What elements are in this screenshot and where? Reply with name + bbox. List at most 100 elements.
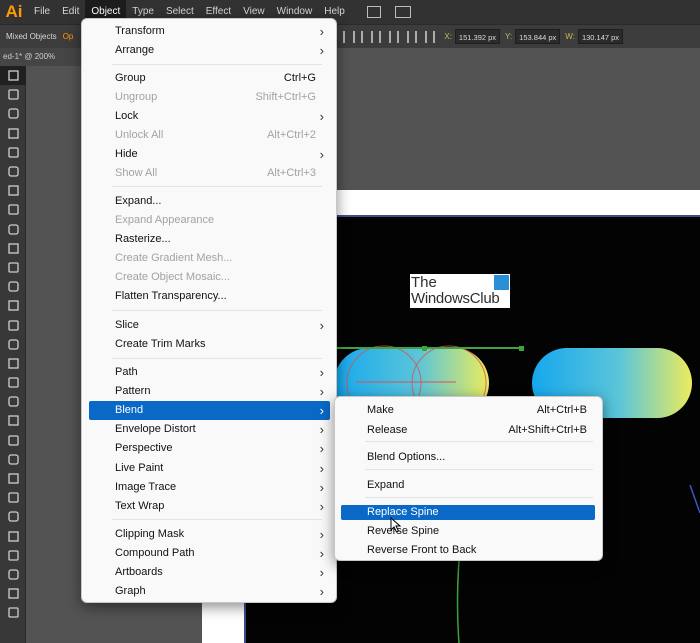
blend-item-reverse-front-to-back[interactable]: Reverse Front to Back xyxy=(341,543,595,558)
align-bottom-icon[interactable] xyxy=(425,30,436,43)
menu-item-label: Rasterize... xyxy=(115,233,171,245)
menu-item-graph[interactable]: Graph › xyxy=(89,582,330,601)
menu-item-arrange[interactable]: Arrange › xyxy=(89,41,330,60)
menu-item-slice[interactable]: Slice › xyxy=(89,316,330,335)
menu-item-label: Expand Appearance xyxy=(115,214,215,226)
menu-item-shortcut: Alt+Ctrl+3 xyxy=(267,167,316,179)
y-field[interactable]: 153.844 px xyxy=(515,29,561,44)
direct-selection-tool-icon[interactable] xyxy=(0,85,26,104)
blend-item-reverse-spine[interactable]: Reverse Spine xyxy=(341,524,595,539)
blend-tool-icon[interactable] xyxy=(0,469,26,488)
chevron-right-icon: › xyxy=(319,422,324,437)
menu-item-image-trace[interactable]: Image Trace › xyxy=(89,478,330,497)
warp-tool-icon[interactable] xyxy=(0,335,26,354)
menu-item-label: Replace Spine xyxy=(367,506,439,518)
menu-item-label: Envelope Distort xyxy=(115,423,196,435)
blend-item-release[interactable]: Release Alt+Shift+Ctrl+B xyxy=(341,423,595,438)
zoom-tool-icon[interactable] xyxy=(0,584,26,603)
menu-item-compound-path[interactable]: Compound Path › xyxy=(89,544,330,563)
blend-item-blend-options[interactable]: Blend Options... xyxy=(341,450,595,465)
selection-tool-icon[interactable] xyxy=(0,66,26,86)
paintbrush-tool-icon[interactable] xyxy=(0,220,26,239)
menu-item-pattern[interactable]: Pattern › xyxy=(89,382,330,401)
free-transform-tool-icon[interactable] xyxy=(0,354,26,373)
w-field[interactable]: 130.147 px xyxy=(577,29,624,44)
menu-item-path[interactable]: Path › xyxy=(89,363,330,382)
anchor-point xyxy=(422,346,427,351)
blend-item-expand[interactable]: Expand xyxy=(341,478,595,493)
ellipse-tool-icon[interactable] xyxy=(0,200,26,219)
watermark-square-icon xyxy=(494,275,509,290)
menu-item-perspective[interactable]: Perspective › xyxy=(89,439,330,458)
menu-item-label: Text Wrap xyxy=(115,500,165,512)
pen-tool-icon[interactable] xyxy=(0,143,26,162)
menu-item-label: Expand xyxy=(367,479,405,491)
symbol-sprayer-tool-icon[interactable] xyxy=(0,488,26,507)
menu-item-blend[interactable]: Blend › xyxy=(89,401,330,420)
chevron-right-icon: › xyxy=(319,527,324,542)
eyedropper-tool-icon[interactable] xyxy=(0,450,26,469)
x-field[interactable]: 151.392 px xyxy=(454,29,501,44)
bridge-icon[interactable] xyxy=(366,6,381,18)
line-tool-icon[interactable] xyxy=(0,181,26,200)
selection-bounds xyxy=(336,347,521,349)
align-center-icon[interactable] xyxy=(353,30,364,43)
menu-item-flatten-transparency[interactable]: Flatten Transparency... xyxy=(89,287,330,306)
menu-item-label: Hide xyxy=(115,148,138,160)
menu-item-envelope-distort[interactable]: Envelope Distort › xyxy=(89,420,330,439)
type-tool-icon[interactable] xyxy=(0,162,26,181)
blend-item-make[interactable]: Make Alt+Ctrl+B xyxy=(341,403,595,418)
chevron-right-icon: › xyxy=(319,365,324,380)
eraser-tool-icon[interactable] xyxy=(0,277,26,296)
menu-item-lock[interactable]: Lock › xyxy=(89,107,330,126)
menu-item-create-object-mosaic: Create Object Mosaic... xyxy=(89,268,330,287)
menu-item-label: Blend Options... xyxy=(367,451,446,463)
artboard-tool-icon[interactable] xyxy=(0,527,26,546)
slice-tool-icon[interactable] xyxy=(0,546,26,565)
align-top-icon[interactable] xyxy=(389,30,400,43)
scale-tool-icon[interactable] xyxy=(0,315,26,334)
menu-item-expand[interactable]: Expand... xyxy=(89,192,330,211)
menu-item-label: Group xyxy=(115,72,146,84)
menu-item-label: Graph xyxy=(115,585,146,597)
opacity-link[interactable]: Op xyxy=(63,32,74,41)
pencil-tool-icon[interactable] xyxy=(0,239,26,258)
menu-item-artboards[interactable]: Artboards › xyxy=(89,563,330,582)
menu-item-transform[interactable]: Transform › xyxy=(89,22,330,41)
menu-item-label: Create Object Mosaic... xyxy=(115,271,230,283)
menu-item-hide[interactable]: Hide › xyxy=(89,145,330,164)
align-middle-icon[interactable] xyxy=(407,30,418,43)
lasso-tool-icon[interactable] xyxy=(0,124,26,143)
menu-item-live-paint[interactable]: Live Paint › xyxy=(89,459,330,478)
chevron-right-icon: › xyxy=(319,318,324,333)
shape-builder-tool-icon[interactable] xyxy=(0,373,26,392)
menu-separator xyxy=(112,519,322,520)
menu-item-label: Clipping Mask xyxy=(115,528,185,540)
menu-item-group[interactable]: Group Ctrl+G xyxy=(89,69,330,88)
rotate-tool-icon[interactable] xyxy=(0,296,26,315)
menu-item-rasterize[interactable]: Rasterize... xyxy=(89,230,330,249)
magic-wand-tool-icon[interactable] xyxy=(0,104,26,123)
gradient-tool-icon[interactable] xyxy=(0,431,26,450)
menu-item-create-trim-marks[interactable]: Create Trim Marks xyxy=(89,335,330,354)
align-right-icon[interactable] xyxy=(371,30,382,43)
x-label: X: xyxy=(444,32,452,41)
menu-item-text-wrap[interactable]: Text Wrap › xyxy=(89,497,330,516)
y-label: Y: xyxy=(505,32,513,41)
arrange-documents-icon[interactable] xyxy=(394,6,411,18)
chevron-right-icon: › xyxy=(319,147,324,162)
fill-stroke-tool-icon[interactable] xyxy=(0,603,26,622)
menu-file[interactable]: File xyxy=(28,0,56,24)
menu-item-shortcut: Alt+Shift+Ctrl+B xyxy=(508,424,587,436)
menu-item-clipping-mask[interactable]: Clipping Mask › xyxy=(89,525,330,544)
menu-item-label: Transform xyxy=(115,25,165,37)
menu-item-label: Arrange xyxy=(115,44,155,56)
hand-tool-icon[interactable] xyxy=(0,565,26,584)
perspective-tool-icon[interactable] xyxy=(0,392,26,411)
mesh-tool-icon[interactable] xyxy=(0,411,26,430)
chevron-right-icon: › xyxy=(319,109,324,124)
graph-tool-icon[interactable] xyxy=(0,507,26,526)
blend-item-replace-spine[interactable]: Replace Spine xyxy=(341,505,595,520)
shaper-tool-icon[interactable] xyxy=(0,258,26,277)
chevron-right-icon: › xyxy=(319,384,324,399)
